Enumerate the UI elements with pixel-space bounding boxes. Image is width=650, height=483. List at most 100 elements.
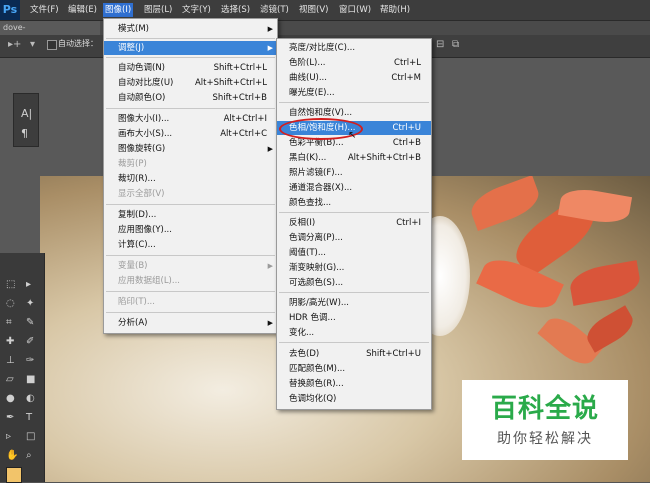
leaf-shape bbox=[466, 176, 544, 231]
menu-item-black-white[interactable]: 黑白(K)... Alt+Shift+Ctrl+B bbox=[277, 151, 431, 165]
leaf-shape bbox=[567, 260, 643, 306]
move-icon[interactable]: ▸ bbox=[26, 279, 31, 290]
zoom-tool-icon[interactable]: ⌕ bbox=[26, 450, 32, 461]
pen-tool-icon[interactable]: ✒ bbox=[6, 412, 14, 423]
menu-select[interactable]: 选择(S) bbox=[219, 3, 252, 17]
menu-item-apply-image[interactable]: 应用图像(Y)... bbox=[104, 223, 277, 237]
menu-item-invert[interactable]: 反相(I) Ctrl+I bbox=[277, 216, 431, 230]
menu-item-threshold[interactable]: 阈值(T)... bbox=[277, 246, 431, 260]
menu-item-auto-contrast[interactable]: 自动对比度(U) Alt+Shift+Ctrl+L bbox=[104, 76, 277, 90]
watermark-logo: 百科全说 助你轻松解决 bbox=[462, 380, 628, 460]
menu-item-vibrance[interactable]: 自然饱和度(V)... bbox=[277, 106, 431, 120]
menu-separator bbox=[279, 102, 429, 103]
menu-item-color-lookup[interactable]: 颜色查找... bbox=[277, 196, 431, 210]
menu-item-posterize[interactable]: 色调分离(P)... bbox=[277, 231, 431, 245]
menu-item-trim[interactable]: 裁切(R)... bbox=[104, 172, 277, 186]
character-panel-icon[interactable]: A| bbox=[21, 107, 32, 120]
menu-item-duplicate[interactable]: 复制(D)... bbox=[104, 208, 277, 222]
menu-item-auto-tone[interactable]: 自动色调(N) Shift+Ctrl+L bbox=[104, 61, 277, 75]
menu-item-calculations[interactable]: 计算(C)... bbox=[104, 238, 277, 252]
gradient-tool-icon[interactable]: ■ bbox=[26, 374, 35, 385]
lasso-tool-icon[interactable]: ◌ bbox=[6, 298, 15, 309]
menu-item-adjustments[interactable]: 调整(J) ▶ bbox=[104, 41, 277, 55]
menu-item-gradient-map[interactable]: 渐变映射(G)... bbox=[277, 261, 431, 275]
hand-tool-icon[interactable]: ✋ bbox=[6, 450, 18, 461]
menu-separator bbox=[106, 38, 275, 39]
move-tool-icon[interactable]: ▸+ bbox=[8, 39, 21, 50]
menu-item-apply-data-set[interactable]: 应用数据组(L)... bbox=[104, 274, 277, 288]
menu-item-photo-filter[interactable]: 照片滤镜(F)... bbox=[277, 166, 431, 180]
menu-window[interactable]: 窗口(W) bbox=[337, 3, 373, 17]
menu-item-variations[interactable]: 变化... bbox=[277, 326, 431, 340]
stamp-tool-icon[interactable]: ⊥ bbox=[6, 355, 15, 366]
menu-item-hdr-toning[interactable]: HDR 色调... bbox=[277, 311, 431, 325]
menu-item-levels[interactable]: 色阶(L)... Ctrl+L bbox=[277, 56, 431, 70]
menu-edit[interactable]: 编辑(E) bbox=[66, 3, 99, 17]
watermark-title: 百科全说 bbox=[490, 394, 599, 424]
menu-item-trap[interactable]: 陷印(T)... bbox=[104, 295, 277, 309]
menu-separator bbox=[279, 342, 429, 343]
healing-brush-icon[interactable]: ✚ bbox=[6, 336, 14, 347]
crop-tool-icon[interactable]: ⌗ bbox=[6, 317, 12, 328]
distribute-icon[interactable]: ⧉ bbox=[452, 39, 459, 50]
align-icon[interactable]: ⊟ bbox=[436, 39, 444, 50]
menu-item-image-rotation[interactable]: 图像旋转(G) ▶ bbox=[104, 142, 277, 156]
menu-item-channel-mixer[interactable]: 通道混合器(X)... bbox=[277, 181, 431, 195]
menu-separator bbox=[106, 108, 275, 109]
image-menu-dropdown: 模式(M) ▶ 调整(J) ▶ 自动色调(N) Shift+Ctrl+L 自动对比度(… bbox=[103, 18, 278, 334]
menu-separator bbox=[106, 57, 275, 58]
menu-item-desaturate[interactable]: 去色(D) Shift+Ctrl+U bbox=[277, 347, 431, 361]
menu-image[interactable]: 图像(I) bbox=[103, 3, 134, 17]
menu-item-image-size[interactable]: 图像大小(I)... Alt+Ctrl+I bbox=[104, 112, 277, 126]
menu-separator bbox=[106, 291, 275, 292]
menu-type[interactable]: 文字(Y) bbox=[180, 3, 213, 17]
menu-separator bbox=[279, 212, 429, 213]
shape-tool-icon[interactable]: □ bbox=[26, 431, 35, 442]
menu-layer[interactable]: 图层(L) bbox=[142, 3, 174, 17]
menu-item-shadows-highlights[interactable]: 阴影/高光(W)... bbox=[277, 296, 431, 310]
auto-select-label: 自动选择： bbox=[58, 39, 98, 48]
blur-tool-icon[interactable]: ● bbox=[6, 393, 15, 404]
menu-separator bbox=[106, 255, 275, 256]
menu-item-mode[interactable]: 模式(M) ▶ bbox=[104, 22, 277, 36]
menu-item-selective-color[interactable]: 可选颜色(S)... bbox=[277, 276, 431, 290]
paragraph-icon[interactable]: ¶ bbox=[21, 127, 28, 140]
menu-item-crop[interactable]: 裁剪(P) bbox=[104, 157, 277, 171]
menu-item-reveal-all[interactable]: 显示全部(V) bbox=[104, 187, 277, 201]
cursor-icon: ↖ bbox=[348, 130, 357, 141]
photoshop-logo: Ps bbox=[0, 0, 20, 20]
document-tab[interactable]: dove-2516641_960_720.j bbox=[0, 21, 100, 46]
leaf-shape bbox=[581, 305, 639, 353]
menu-item-curves[interactable]: 曲线(U)... Ctrl+M bbox=[277, 71, 431, 85]
menu-item-canvas-size[interactable]: 画布大小(S)... Alt+Ctrl+C bbox=[104, 127, 277, 141]
menu-item-analysis[interactable]: 分析(A) ▶ bbox=[104, 316, 277, 330]
chevron-down-icon[interactable]: ▾ bbox=[30, 39, 35, 50]
dodge-tool-icon[interactable]: ◐ bbox=[26, 393, 35, 404]
menu-item-exposure[interactable]: 曝光度(E)... bbox=[277, 86, 431, 100]
menu-item-equalize[interactable]: 色调均化(Q) bbox=[277, 392, 431, 406]
marquee-tool-icon[interactable]: ⬚ bbox=[6, 279, 15, 290]
menu-item-variables[interactable]: 变量(B) ▶ bbox=[104, 259, 277, 273]
adjustments-submenu: 亮度/对比度(C)... 色阶(L)... Ctrl+L 曲线(U)... Ctrl… bbox=[276, 38, 432, 410]
menu-item-auto-color[interactable]: 自动颜色(O) Shift+Ctrl+B bbox=[104, 91, 277, 105]
history-brush-icon[interactable]: ✑ bbox=[26, 355, 34, 366]
menu-help[interactable]: 帮助(H) bbox=[378, 3, 412, 17]
brush-tool-icon[interactable]: ✐ bbox=[26, 336, 34, 347]
menu-item-brightness-contrast[interactable]: 亮度/对比度(C)... bbox=[277, 41, 431, 55]
magic-wand-icon[interactable]: ✦ bbox=[26, 298, 34, 309]
menu-separator bbox=[106, 312, 275, 313]
foreground-color-swatch[interactable] bbox=[6, 467, 22, 483]
path-select-icon[interactable]: ▹ bbox=[6, 431, 11, 442]
menu-view[interactable]: 视图(V) bbox=[297, 3, 330, 17]
auto-select-checkbox[interactable] bbox=[47, 40, 57, 50]
menu-separator bbox=[279, 292, 429, 293]
eyedropper-icon[interactable]: ✎ bbox=[26, 317, 34, 328]
menu-separator bbox=[106, 204, 275, 205]
menu-item-match-color[interactable]: 匹配颜色(M)... bbox=[277, 362, 431, 376]
menu-item-replace-color[interactable]: 替换颜色(R)... bbox=[277, 377, 431, 391]
watermark-subtitle: 助你轻松解决 bbox=[497, 431, 593, 447]
menu-filter[interactable]: 滤镜(T) bbox=[258, 3, 291, 17]
menu-file[interactable]: 文件(F) bbox=[28, 3, 61, 17]
type-tool-icon[interactable]: T bbox=[26, 412, 32, 423]
eraser-tool-icon[interactable]: ▱ bbox=[6, 374, 14, 385]
